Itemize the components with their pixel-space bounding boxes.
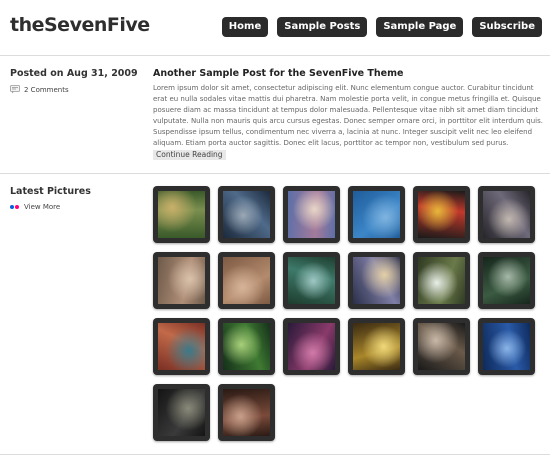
view-more-label: View More bbox=[24, 203, 61, 211]
post-body: Another Sample Post for the SevenFive Th… bbox=[153, 68, 543, 161]
photo-golden-building bbox=[353, 323, 400, 370]
photo-thumbnail[interactable] bbox=[153, 186, 210, 243]
post-section: Posted on Aug 31, 2009 2 Comments Anothe… bbox=[0, 57, 550, 174]
photo-purple-flowers bbox=[288, 323, 335, 370]
post-excerpt-text: Lorem ipsum dolor sit amet, consectetur … bbox=[153, 84, 543, 147]
photo-sea-rock bbox=[353, 191, 400, 238]
site-logo[interactable]: theSevenFive bbox=[10, 14, 150, 36]
post-excerpt: Lorem ipsum dolor sit amet, consectetur … bbox=[153, 83, 543, 161]
photo-thumbnail[interactable] bbox=[478, 186, 535, 243]
photo-portrait-sunglasses bbox=[418, 323, 465, 370]
photo-victorian-house bbox=[288, 191, 335, 238]
photo-blue-skyscraper bbox=[483, 323, 530, 370]
continue-reading-link[interactable]: Continue Reading bbox=[153, 150, 226, 160]
photo-thumbnail[interactable] bbox=[413, 318, 470, 375]
photo-dry-leaves bbox=[158, 257, 205, 304]
nav-home-button[interactable]: Home bbox=[221, 17, 269, 37]
pictures-sidebar: Latest Pictures View More bbox=[10, 186, 91, 211]
flickr-icon bbox=[10, 205, 19, 209]
photo-sunset-beach bbox=[483, 191, 530, 238]
photo-thumbnail[interactable] bbox=[218, 318, 275, 375]
photo-thumbnail[interactable] bbox=[153, 318, 210, 375]
photo-thumbnail[interactable] bbox=[478, 318, 535, 375]
pictures-heading: Latest Pictures bbox=[10, 186, 91, 197]
photo-tree-branches bbox=[483, 257, 530, 304]
photo-thumbnail[interactable] bbox=[478, 252, 535, 309]
photo-green-boardwalk bbox=[158, 191, 205, 238]
photo-thumbnail[interactable] bbox=[348, 186, 405, 243]
photo-crowd-dusk bbox=[353, 257, 400, 304]
post-date: Posted on Aug 31, 2009 bbox=[10, 68, 138, 79]
photo-thumbnail[interactable] bbox=[218, 384, 275, 441]
main-nav: Home Sample Posts Sample Page Subscribe bbox=[221, 17, 542, 37]
site-header: theSevenFive Home Sample Posts Sample Pa… bbox=[0, 0, 550, 56]
post-title[interactable]: Another Sample Post for the SevenFive Th… bbox=[153, 68, 543, 79]
photo-thumbnail[interactable] bbox=[218, 186, 275, 243]
nav-subscribe-button[interactable]: Subscribe bbox=[472, 17, 542, 37]
photo-thumbnail[interactable] bbox=[153, 252, 210, 309]
photo-palm-tree bbox=[288, 257, 335, 304]
photo-thumbnail[interactable] bbox=[413, 252, 470, 309]
photo-urban-street bbox=[223, 191, 270, 238]
photo-waterfall bbox=[418, 257, 465, 304]
photo-thumbnail[interactable] bbox=[348, 252, 405, 309]
pictures-section: Latest Pictures View More bbox=[0, 175, 550, 455]
photo-thumbnail[interactable] bbox=[283, 318, 340, 375]
photo-cracked-earth bbox=[223, 257, 270, 304]
photo-thumbnail[interactable] bbox=[283, 186, 340, 243]
photo-thumbnail[interactable] bbox=[283, 252, 340, 309]
photo-colorful-flags bbox=[418, 191, 465, 238]
nav-sample-page-button[interactable]: Sample Page bbox=[376, 17, 464, 37]
photo-thumbnail[interactable] bbox=[348, 318, 405, 375]
photo-canal-houses bbox=[158, 323, 205, 370]
photo-thumbnail[interactable] bbox=[218, 252, 275, 309]
photo-ferns bbox=[223, 323, 270, 370]
comments-link[interactable]: 2 Comments bbox=[10, 85, 145, 94]
post-meta: Posted on Aug 31, 2009 2 Comments bbox=[10, 68, 145, 94]
photo-dark-building bbox=[158, 389, 205, 436]
comment-icon bbox=[10, 85, 20, 94]
flickr-dot-pink bbox=[15, 205, 19, 209]
view-more-link[interactable]: View More bbox=[10, 203, 91, 211]
photo-bicycles bbox=[223, 389, 270, 436]
comments-count: 2 Comments bbox=[24, 85, 69, 94]
photo-thumbnail[interactable] bbox=[413, 186, 470, 243]
nav-sample-posts-button[interactable]: Sample Posts bbox=[277, 17, 368, 37]
flickr-dot-blue bbox=[10, 205, 14, 209]
photo-thumbnail[interactable] bbox=[153, 384, 210, 441]
